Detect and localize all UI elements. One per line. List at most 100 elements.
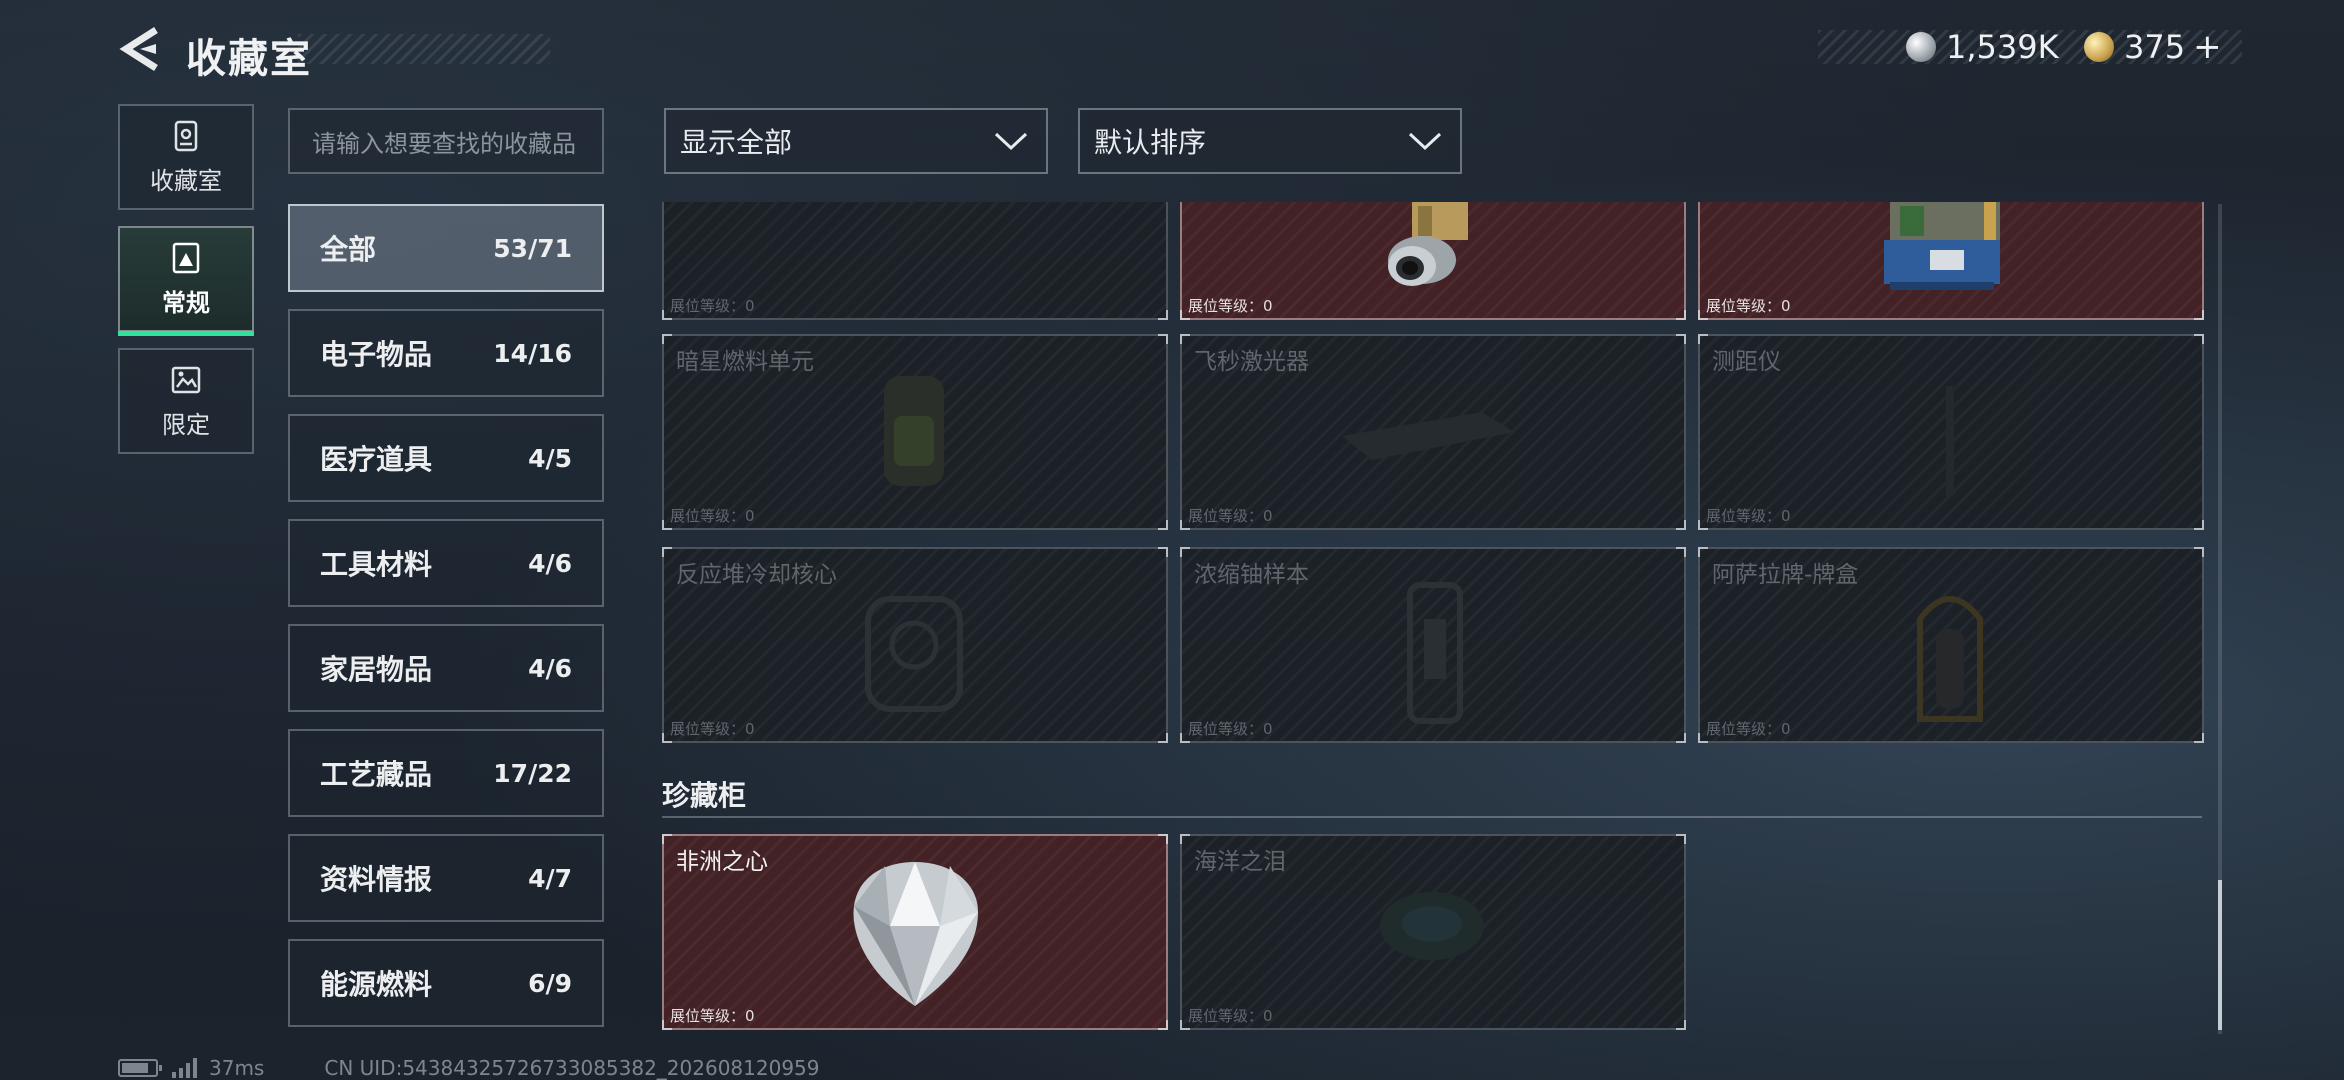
reactor-core-image [865, 596, 963, 712]
ping-value: 37ms [209, 1056, 265, 1080]
item-card[interactable]: 浓缩铀样本 展位等级：0 [1180, 547, 1686, 743]
nav-label: 收藏室 [150, 166, 222, 195]
item-name: 暗星燃料单元 [676, 349, 814, 375]
item-card[interactable]: 测距仪 展位等级：0 [1698, 334, 2204, 530]
circuit-device-image [1884, 202, 2000, 290]
item-name: 海洋之泪 [1194, 849, 1286, 875]
lens-part-image [1388, 202, 1468, 286]
sort-value: 默认排序 [1094, 126, 1207, 159]
uid-text: CN UID:543843257267330853​82_20260812095… [324, 1056, 820, 1080]
booth-level: 展位等级：0 [670, 507, 755, 525]
booth-level: 展位等级：0 [1706, 297, 1791, 315]
nav-limited[interactable]: 限定 [118, 348, 254, 454]
scroll-thumb[interactable] [2218, 880, 2222, 1030]
chevron-down-icon [1408, 132, 1442, 151]
category-crafts[interactable]: 工艺藏品 17/22 [288, 729, 604, 817]
card-box-image [1917, 596, 1983, 722]
fuel-cell-image [884, 376, 944, 486]
title-decoration [298, 34, 550, 64]
item-name: 非洲之心 [676, 849, 768, 875]
item-card[interactable]: 飞秒激光器 展位等级：0 [1180, 334, 1686, 530]
active-indicator [118, 331, 254, 336]
nav-label: 常规 [162, 288, 210, 317]
uranium-sample-image [1407, 582, 1463, 724]
booth-level: 展位等级：0 [1188, 297, 1273, 315]
item-name: 阿萨拉牌-牌盒 [1712, 562, 1859, 588]
item-name: 测距仪 [1712, 349, 1781, 375]
booth-level: 展位等级：0 [670, 720, 755, 738]
item-name: 飞秒激光器 [1194, 349, 1309, 375]
category-electronics[interactable]: 电子物品 14/16 [288, 309, 604, 397]
diamond-image [853, 862, 978, 1006]
item-grid: 展位等级：0 展位等级：0 展位等级：0 暗星燃料单元 展位等级：0 飞秒激光器… [660, 202, 2210, 1032]
item-name: 反应堆冷却核心 [676, 562, 837, 588]
add-currency-button[interactable]: + [2193, 27, 2222, 67]
regular-icon [169, 241, 203, 275]
collection-screen: 收藏室 1,539K 375 + 收藏室 常规 限定 请输入想要查找的收藏品 全… [0, 0, 2344, 1080]
category-count: 4/5 [528, 443, 572, 473]
item-card[interactable]: 展位等级：0 [662, 202, 1168, 320]
category-name: 工艺藏品 [320, 758, 433, 791]
showcase-title: 珍藏柜 [662, 779, 747, 812]
category-name: 医疗道具 [320, 443, 433, 476]
limited-icon [169, 363, 203, 397]
item-card[interactable]: 非洲之心 展位等级：0 [662, 834, 1168, 1030]
display-filter-dropdown[interactable]: 显示全部 [664, 108, 1048, 174]
category-name: 工具材料 [320, 548, 433, 581]
search-placeholder: 请输入想要查找的收藏品 [312, 129, 576, 158]
section-divider [662, 816, 2202, 818]
category-name: 能源燃料 [320, 968, 433, 1001]
silver-currency[interactable]: 1,539K [1906, 26, 2059, 68]
category-medical[interactable]: 医疗道具 4/5 [288, 414, 604, 502]
booth-level: 展位等级：0 [1188, 1007, 1273, 1025]
gold-currency[interactable]: 375 + [2084, 26, 2222, 68]
item-card[interactable]: 海洋之泪 展位等级：0 [1180, 834, 1686, 1030]
status-footer: 37ms CN UID:543843257267330853​82_202608… [118, 1056, 820, 1080]
item-card[interactable]: 反应堆冷却核心 展位等级：0 [662, 547, 1168, 743]
category-household[interactable]: 家居物品 4/6 [288, 624, 604, 712]
nav-label: 限定 [162, 410, 210, 439]
display-filter-value: 显示全部 [680, 126, 793, 159]
category-count: 6/9 [528, 968, 572, 998]
nav-regular[interactable]: 常规 [118, 226, 254, 336]
title-area: 收藏室 [178, 26, 550, 82]
booth-level: 展位等级：0 [1706, 720, 1791, 738]
page-title: 收藏室 [186, 36, 312, 82]
search-input[interactable]: 请输入想要查找的收藏品 [288, 108, 604, 174]
signal-icon [172, 1058, 197, 1078]
collection-room-icon [169, 119, 203, 153]
grid-scrollbar[interactable] [2218, 204, 2222, 1034]
category-intel[interactable]: 资料情报 4/7 [288, 834, 604, 922]
category-count: 14/16 [493, 338, 572, 368]
silver-coin-icon [1906, 32, 1936, 62]
item-card[interactable]: 展位等级：0 [1698, 202, 2204, 320]
item-card[interactable]: 展位等级：0 [1180, 202, 1686, 320]
gold-coin-icon [2084, 32, 2114, 62]
ocean-tear-image [1380, 892, 1484, 960]
category-name: 全部 [320, 233, 377, 266]
category-name: 家居物品 [320, 653, 433, 686]
battery-icon [118, 1059, 162, 1077]
category-all[interactable]: 全部 53/71 [288, 204, 604, 292]
category-energy[interactable]: 能源燃料 6/9 [288, 939, 604, 1027]
item-card[interactable]: 暗星燃料单元 展位等级：0 [662, 334, 1168, 530]
silver-amount: 1,539K [1946, 28, 2059, 66]
back-arrow-icon[interactable] [116, 24, 162, 74]
booth-level: 展位等级：0 [1188, 507, 1273, 525]
item-name: 浓缩铀样本 [1194, 562, 1309, 588]
category-count: 4/6 [528, 548, 572, 578]
rangefinder-image [1946, 386, 1954, 496]
sort-dropdown[interactable]: 默认排序 [1078, 108, 1462, 174]
booth-level: 展位等级：0 [1188, 720, 1273, 738]
item-card[interactable]: 阿萨拉牌-牌盒 展位等级：0 [1698, 547, 2204, 743]
category-count: 17/22 [493, 758, 572, 788]
booth-level: 展位等级：0 [670, 297, 755, 315]
category-count: 4/6 [528, 653, 572, 683]
category-tools[interactable]: 工具材料 4/6 [288, 519, 604, 607]
nav-collection-room[interactable]: 收藏室 [118, 104, 254, 210]
booth-level: 展位等级：0 [1706, 507, 1791, 525]
category-count: 53/71 [493, 233, 572, 263]
category-name: 资料情报 [320, 863, 433, 896]
category-count: 4/7 [528, 863, 572, 893]
laser-image [1342, 412, 1514, 460]
